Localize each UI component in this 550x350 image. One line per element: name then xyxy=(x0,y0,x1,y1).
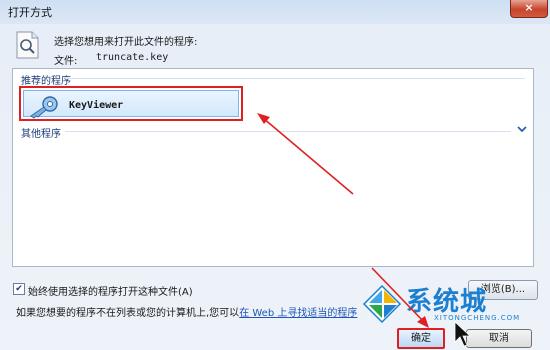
watermark-brand: 系统城 xyxy=(406,287,488,317)
ok-button[interactable]: 确定 xyxy=(397,328,445,349)
title-bar: 打开方式 × xyxy=(0,0,550,24)
always-use-label[interactable]: 始终使用选择的程序打开这种文件(A) xyxy=(28,283,193,298)
web-search-link[interactable]: 在 Web 上寻找适当的程序 xyxy=(239,308,357,319)
close-button[interactable]: × xyxy=(510,0,548,18)
watermark-logo-icon xyxy=(362,285,402,323)
selection-highlight: KeyViewer xyxy=(23,90,239,119)
window-title: 打开方式 xyxy=(8,6,52,19)
prompt-text: 选择您想用来打开此文件的程序: xyxy=(54,37,198,48)
hint-message: 如果您想要的程序不在列表或您的计算机上,您可以 xyxy=(16,308,240,319)
file-label: 文件: xyxy=(54,56,78,67)
chevron-down-icon[interactable] xyxy=(517,125,527,133)
group-divider xyxy=(65,131,511,132)
program-list[interactable]: 推荐的程序 KeyViewer 其他程序 xyxy=(12,68,534,267)
cancel-button[interactable]: 取消 xyxy=(466,329,532,348)
group-header-recommended: 推荐的程序 xyxy=(21,76,71,87)
file-search-icon xyxy=(16,31,39,59)
group-header-other[interactable]: 其他程序 xyxy=(21,125,61,140)
hint-text: 如果您想要的程序不在列表或您的计算机上,您可以在 Web 上寻找适当的程序 xyxy=(16,304,357,319)
site-watermark: 系统城 XITONGCHENG.COM xyxy=(362,283,548,325)
program-label: KeyViewer xyxy=(69,100,124,111)
file-name: truncate.key xyxy=(96,52,169,63)
always-use-checkbox[interactable]: ✔ xyxy=(13,283,25,295)
program-item-keyviewer[interactable]: KeyViewer xyxy=(19,86,243,121)
open-with-dialog: 打开方式 × 选择您想用来打开此文件的程序: 文件: truncate.key … xyxy=(0,0,550,350)
group-divider xyxy=(65,78,525,79)
watermark-domain: XITONGCHENG.COM xyxy=(434,314,521,322)
key-viewer-icon xyxy=(30,96,58,119)
